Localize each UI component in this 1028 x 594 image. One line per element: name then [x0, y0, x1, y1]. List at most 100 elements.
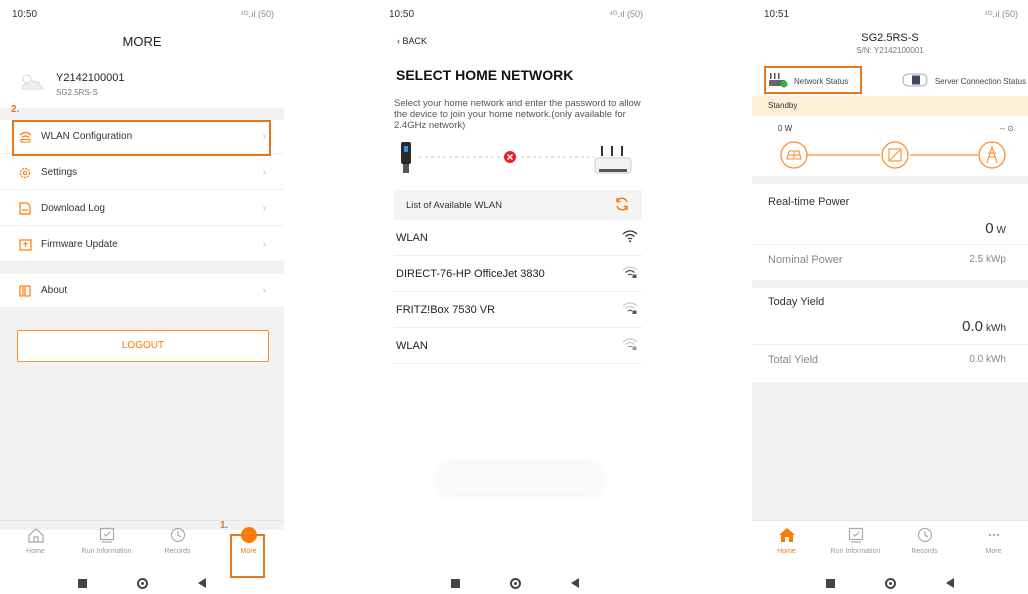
wlan-configuration-highlight [12, 120, 271, 156]
page-title: MORE [122, 34, 162, 49]
metric-value: 2.5 kWp [969, 254, 1006, 265]
download-log-icon [18, 202, 32, 216]
energy-flow-diagram: 0 W -- ⊙ [752, 120, 1028, 176]
metric-value: 0.0 kWh [969, 354, 1006, 365]
run-information-icon [826, 525, 886, 545]
tab-records[interactable]: Records [148, 525, 208, 555]
tab-home[interactable]: Home [6, 525, 66, 555]
content-background [752, 382, 1028, 530]
more-screen: 10:50 ⁴ᴳ.ıl (50) MORE Y2142100001 SG2.5R… [0, 0, 284, 594]
today-yield-value: 0.0 [962, 318, 983, 335]
server-connection-status[interactable]: Server Connection Status [901, 73, 1026, 89]
home-nav-icon[interactable] [137, 577, 148, 589]
device-serial: S/N: Y2142100001 [856, 46, 924, 55]
home-icon [757, 525, 817, 545]
user-card: Y2142100001 SG2.5RS-S [18, 64, 284, 104]
wifi-locked-icon [622, 265, 638, 282]
tab-home[interactable]: Home [757, 525, 817, 555]
recents-icon[interactable] [78, 578, 87, 588]
wlan-ssid: WLAN [396, 231, 428, 244]
today-yield-unit: kWh [986, 323, 1006, 334]
tab-bar: Home Run Information Records More [752, 520, 1028, 570]
section-divider [0, 262, 284, 274]
solar-panel-icon [780, 141, 808, 169]
records-icon [148, 525, 208, 545]
wlan-network-item[interactable]: WLAN [394, 328, 642, 364]
metric-label: Today Yield [768, 296, 825, 308]
grid-tower-icon [978, 141, 1006, 169]
menu-item-label: Download Log [41, 203, 105, 214]
refresh-icon[interactable] [614, 196, 630, 215]
wlan-network-item[interactable]: DIRECT-76-HP OfficeJet 3830 [394, 256, 642, 292]
recents-icon[interactable] [826, 578, 835, 588]
metric-label: Real-time Power [768, 196, 850, 208]
wifi-strong-icon [622, 229, 638, 246]
tab-label: Home [26, 548, 45, 555]
tab-records[interactable]: Records [895, 525, 955, 555]
realtime-power-value: 0 [985, 220, 994, 237]
menu-item-download-log[interactable]: Download Log › [0, 192, 284, 226]
tab-run-information[interactable]: Run Information [77, 525, 137, 555]
menu-item-about[interactable]: About › [0, 274, 284, 308]
realtime-power-unit: W [996, 225, 1006, 236]
home-nav-icon[interactable] [510, 577, 521, 589]
wlan-ssid: FRITZ!Box 7530 VR [396, 303, 496, 316]
back-button[interactable]: ‹ BACK [397, 36, 427, 46]
wlan-network-item[interactable]: WLAN [394, 220, 642, 256]
network-status-highlight [764, 66, 862, 94]
divider [752, 244, 1028, 245]
device-title: SG2.5RS-S [861, 32, 919, 44]
section-divider [752, 280, 1028, 288]
chevron-right-icon: › [262, 203, 266, 214]
chevron-right-icon: › [262, 239, 266, 250]
today-yield-card: Today Yield 0.0 kWh [768, 296, 1018, 344]
back-nav-icon[interactable] [198, 578, 206, 588]
step-1-label: 1. [220, 520, 229, 531]
select-network-screen: 10:50 ⁴ᴳ.ıl (50) ‹ BACK SELECT HOME NETW… [377, 0, 653, 594]
status-indicators: ⁴ᴳ.ıl (50) [609, 9, 643, 19]
menu-item-firmware-update[interactable]: Firmware Update › [0, 228, 284, 262]
menu-item-settings[interactable]: Settings › [0, 156, 284, 190]
about-icon [18, 284, 32, 298]
back-nav-icon[interactable] [571, 578, 579, 588]
system-nav-bar [0, 572, 284, 594]
logout-button[interactable]: LOGOUT [17, 330, 269, 362]
tab-label: Run Information [81, 548, 132, 555]
weather-avatar-icon [18, 71, 44, 98]
tab-more[interactable]: More [964, 525, 1024, 555]
status-bar: 10:51 ⁴ᴳ.ıl (50) [764, 6, 1018, 22]
wlan-list-title: List of Available WLAN [406, 199, 502, 211]
tab-label: Records [911, 548, 938, 555]
back-nav-icon[interactable] [946, 578, 954, 588]
status-indicators: ⁴ᴳ.ıl (50) [240, 9, 274, 19]
status-time: 10:50 [12, 8, 38, 20]
router-icon [594, 146, 632, 174]
metric-label: Total Yield [768, 354, 819, 366]
status-bar: 10:50 ⁴ᴳ.ıl (50) [389, 6, 643, 22]
section-divider [752, 176, 1028, 184]
wlan-network-item[interactable]: FRITZ!Box 7530 VR [394, 292, 642, 328]
tab-label: Run Information [830, 548, 881, 555]
firmware-icon [18, 238, 32, 252]
chevron-right-icon: › [262, 285, 266, 296]
wifi-locked-icon [622, 301, 638, 318]
section-divider [0, 108, 284, 120]
tab-run-information[interactable]: Run Information [826, 525, 886, 555]
server-status-label: Server Connection Status [934, 76, 1026, 86]
total-yield-row: Total Yield 0.0 kWh [768, 354, 1018, 374]
metric-value: 0W [985, 220, 1006, 237]
wifi-locked-icon [622, 337, 638, 354]
home-nav-icon[interactable] [885, 577, 896, 589]
system-nav-bar [752, 572, 1028, 594]
back-label: BACK [402, 36, 428, 46]
page-title: SELECT HOME NETWORK [396, 67, 574, 83]
recents-icon[interactable] [451, 578, 460, 588]
step-2-label: 2. [11, 104, 20, 115]
inverter-icon [881, 141, 909, 169]
menu-item-label: Firmware Update [41, 239, 118, 250]
chevron-right-icon: › [262, 167, 266, 178]
nominal-power-row: Nominal Power 2.5 kWp [768, 254, 1018, 274]
user-model: SG2.5RS-S [56, 87, 98, 97]
divider [752, 344, 1028, 345]
error-icon [504, 151, 516, 163]
